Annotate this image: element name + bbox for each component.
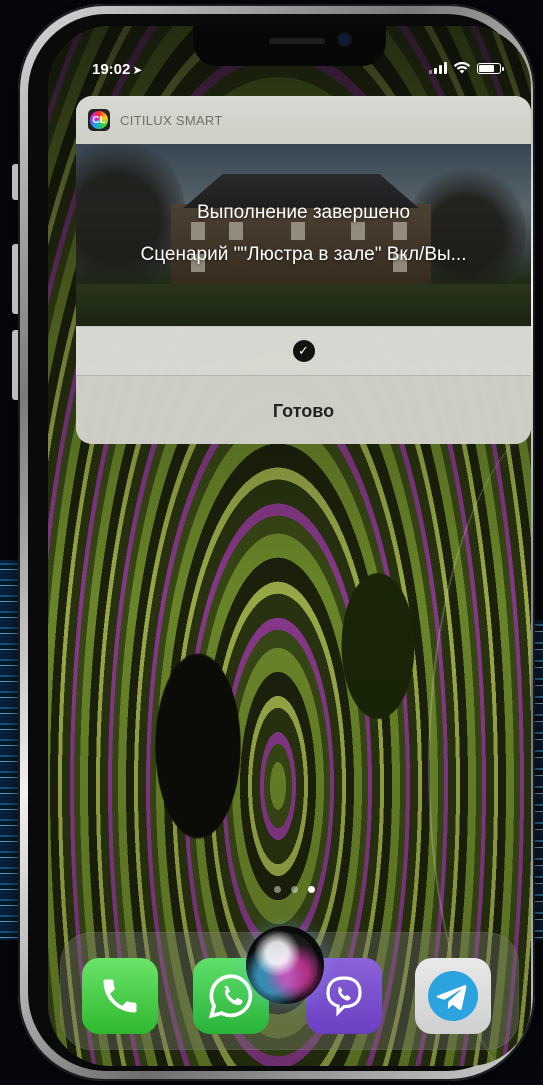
volume-up-button xyxy=(12,244,18,314)
notification-image: Выполнение завершено Сценарий ""Люстра в… xyxy=(76,144,531,326)
siri-orb-icon[interactable] xyxy=(246,926,324,1004)
status-icons xyxy=(429,62,504,74)
location-arrow-icon: ➤ xyxy=(132,63,143,77)
page-dot-2[interactable] xyxy=(291,886,298,893)
front-camera xyxy=(339,34,350,45)
notification-body: Сценарий ""Люстра в зале" Вкл/Вы... xyxy=(140,244,467,265)
status-time-text: 19:02 xyxy=(92,61,131,78)
viber-icon xyxy=(326,976,362,1017)
page-dot-1[interactable] xyxy=(274,886,281,893)
lock-screen: 19:02 ➤ CL CITILUX SMART Выполнение заве… xyxy=(48,26,531,1066)
done-button[interactable]: Готово xyxy=(76,375,531,444)
notification-header: CL CITILUX SMART xyxy=(76,96,531,144)
phone-icon xyxy=(103,979,137,1013)
mute-switch xyxy=(12,164,18,200)
page-indicator[interactable] xyxy=(274,886,315,893)
notification-status-row: ✓ xyxy=(76,326,531,375)
notification-app-name: CITILUX SMART xyxy=(120,112,223,128)
telegram-icon xyxy=(428,971,478,1021)
wifi-icon xyxy=(453,62,471,74)
checkmark-circle-icon: ✓ xyxy=(292,340,315,362)
cellular-signal-icon xyxy=(429,62,447,74)
earpiece-speaker xyxy=(269,38,325,44)
notification-title: Выполнение завершено xyxy=(196,202,411,223)
citilux-app-icon: CL xyxy=(88,109,110,131)
telegram-app[interactable] xyxy=(415,958,491,1034)
phone-frame: 19:02 ➤ CL CITILUX SMART Выполнение заве… xyxy=(12,4,535,1081)
phone-app[interactable] xyxy=(82,958,158,1034)
app-icon-label: CL xyxy=(92,114,106,126)
page-dot-3[interactable] xyxy=(308,886,315,893)
scenario-notification[interactable]: CL CITILUX SMART Выполнение завершено Сц… xyxy=(76,96,531,444)
notch xyxy=(193,26,386,66)
volume-down-button xyxy=(12,330,18,400)
battery-icon xyxy=(477,63,504,74)
status-time: 19:02 ➤ xyxy=(92,61,142,78)
